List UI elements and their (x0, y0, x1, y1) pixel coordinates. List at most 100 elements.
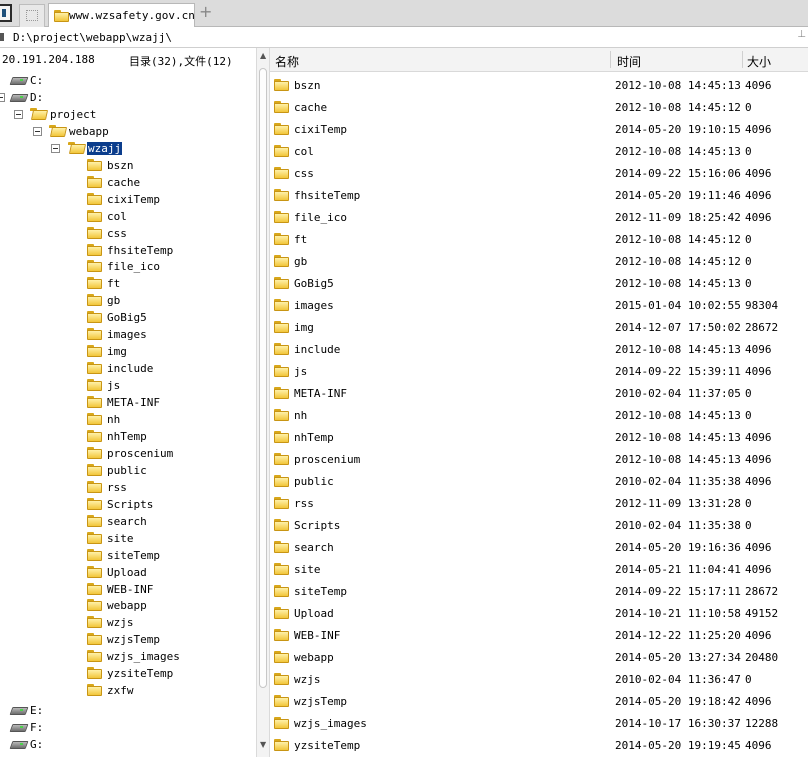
table-row[interactable]: cache 2012-10-08 14:45:12 0 (270, 96, 808, 118)
tree-node-child[interactable]: col (0, 208, 256, 224)
tree-node-child[interactable]: img (0, 343, 256, 359)
tree-drive[interactable]: E: (0, 702, 256, 718)
table-row[interactable]: nhTemp 2012-10-08 14:45:13 4096 (270, 426, 808, 448)
tree-node-webapp[interactable]: webapp (0, 123, 256, 139)
folder-icon (274, 145, 290, 157)
table-row[interactable]: WEB-INF 2014-12-22 11:25:20 4096 (270, 624, 808, 646)
tab-blank[interactable] (19, 4, 45, 27)
column-header-size[interactable]: 大小 (747, 53, 771, 70)
table-row[interactable]: Upload 2014-10-21 11:10:58 49152 (270, 602, 808, 624)
folder-icon (87, 311, 103, 324)
tree-node-child[interactable]: ft (0, 275, 256, 291)
scroll-down-arrow-icon[interactable]: ▼ (260, 740, 266, 749)
tree-node-child[interactable]: cache (0, 174, 256, 190)
tree-node-child[interactable]: bszn (0, 157, 256, 173)
scroll-up-arrow-icon[interactable]: ▲ (260, 51, 266, 60)
tree-node-child[interactable]: wzjs (0, 614, 256, 630)
column-separator[interactable] (742, 51, 743, 68)
tree-node-child[interactable]: rss (0, 479, 256, 495)
folder-icon (87, 192, 103, 205)
table-row[interactable]: Scripts 2010-02-04 11:35:38 0 (270, 514, 808, 536)
table-row[interactable]: yzsiteTemp 2014-05-20 19:19:45 4096 (270, 734, 808, 756)
table-row[interactable]: col 2012-10-08 14:45:13 0 (270, 140, 808, 162)
tree-node-child[interactable]: js (0, 377, 256, 393)
new-tab-button[interactable]: + (199, 4, 212, 20)
column-separator[interactable] (610, 51, 611, 68)
table-row[interactable]: file_ico 2012-11-09 18:25:42 4096 (270, 206, 808, 228)
folder-icon (87, 514, 103, 527)
tree-node-child[interactable]: file_ico (0, 258, 256, 274)
tree-node-child[interactable]: nhTemp (0, 428, 256, 444)
table-row[interactable]: nh 2012-10-08 14:45:13 0 (270, 404, 808, 426)
tree-node-child[interactable]: gb (0, 292, 256, 308)
tree-node-child[interactable]: fhsiteTemp (0, 242, 256, 258)
table-row[interactable]: bszn 2012-10-08 14:45:13 4096 (270, 74, 808, 96)
table-row[interactable]: site 2014-05-21 11:04:41 4096 (270, 558, 808, 580)
address-bar[interactable]: D:\project\webapp\wzajj\ ⊥ (0, 27, 808, 48)
tree-node-child[interactable]: Upload (0, 564, 256, 580)
tree-node-child[interactable]: wzjsTemp (0, 631, 256, 647)
tree-node-child[interactable]: search (0, 513, 256, 529)
table-row[interactable]: images 2015-01-04 10:02:55 98304 (270, 294, 808, 316)
vertical-scrollbar[interactable]: ▲ ▼ (256, 48, 270, 757)
tree-node-child[interactable]: proscenium (0, 445, 256, 461)
scrollbar-thumb[interactable] (259, 68, 267, 688)
table-row[interactable]: fhsiteTemp 2014-05-20 19:11:46 4096 (270, 184, 808, 206)
table-row[interactable]: webapp 2014-05-20 13:27:34 20480 (270, 646, 808, 668)
table-row[interactable]: img 2014-12-07 17:50:02 28672 (270, 316, 808, 338)
table-row[interactable]: public 2010-02-04 11:35:38 4096 (270, 470, 808, 492)
table-row[interactable]: siteTemp 2014-09-22 15:17:11 28672 (270, 580, 808, 602)
tree-node-child[interactable]: yzsiteTemp (0, 665, 256, 681)
app-menu-button[interactable] (0, 4, 12, 22)
tree-drive[interactable]: F: (0, 719, 256, 735)
folder-icon (87, 633, 103, 646)
minus-box-icon[interactable] (14, 109, 23, 119)
table-row[interactable]: GoBig5 2012-10-08 14:45:13 0 (270, 272, 808, 294)
table-row[interactable]: ft 2012-10-08 14:45:12 0 (270, 228, 808, 250)
tree-node-label: Upload (107, 565, 147, 579)
table-row[interactable]: rss 2012-11-09 13:31:28 0 (270, 492, 808, 514)
tree-node-child[interactable]: wzjs_images (0, 648, 256, 664)
scroll-up-icon[interactable]: ⊥ (797, 29, 806, 40)
tree-drive-c[interactable]: C: (0, 72, 256, 88)
tree-node-wzajj[interactable]: wzajj (0, 140, 256, 156)
table-row[interactable]: gb 2012-10-08 14:45:12 0 (270, 250, 808, 272)
tree-node-child[interactable]: WEB-INF (0, 581, 256, 597)
tree-node-child[interactable]: siteTemp (0, 547, 256, 563)
tree-node-child[interactable]: Scripts (0, 496, 256, 512)
table-row[interactable]: META-INF 2010-02-04 11:37:05 0 (270, 382, 808, 404)
tree-node-child[interactable]: META-INF (0, 394, 256, 410)
tree-node-child[interactable]: cixiTemp (0, 191, 256, 207)
minus-box-icon[interactable] (51, 143, 60, 153)
table-row[interactable]: js 2014-09-22 15:39:11 4096 (270, 360, 808, 382)
tree-node-child[interactable]: public (0, 462, 256, 478)
tree-node-project[interactable]: project (0, 106, 256, 122)
tree-node-child[interactable]: site (0, 530, 256, 546)
table-row[interactable]: css 2014-09-22 15:16:06 4096 (270, 162, 808, 184)
tree-node-child[interactable]: include (0, 360, 256, 376)
table-row[interactable]: proscenium 2012-10-08 14:45:13 4096 (270, 448, 808, 470)
tree-node-child[interactable]: css (0, 225, 256, 241)
folder-icon (87, 260, 103, 273)
tree-node-child[interactable]: images (0, 326, 256, 342)
address-path[interactable]: D:\project\webapp\wzajj\ (13, 31, 172, 44)
table-row[interactable]: search 2014-05-20 19:16:36 4096 (270, 536, 808, 558)
tab-active-site[interactable]: www.wzsafety.gov.cn (48, 3, 195, 28)
minus-box-icon[interactable] (33, 126, 42, 136)
tree-node-child[interactable]: nh (0, 411, 256, 427)
column-header-time[interactable]: 时间 (617, 53, 641, 70)
tree-drive-d[interactable]: D: (0, 89, 256, 105)
folder-icon (87, 599, 103, 612)
column-header-name[interactable]: 名称 (275, 53, 299, 70)
file-name: img (294, 321, 314, 334)
table-row[interactable]: cixiTemp 2014-05-20 19:10:15 4096 (270, 118, 808, 140)
table-row[interactable]: include 2012-10-08 14:45:13 4096 (270, 338, 808, 360)
tree-node-child[interactable]: webapp (0, 597, 256, 613)
table-row[interactable]: wzjs 2010-02-04 11:36:47 0 (270, 668, 808, 690)
table-row[interactable]: wzjs_images 2014-10-17 16:30:37 12288 (270, 712, 808, 734)
table-row[interactable]: wzjsTemp 2014-05-20 19:18:42 4096 (270, 690, 808, 712)
tree-node-child[interactable]: zxfw (0, 682, 256, 698)
tree-node-child[interactable]: GoBig5 (0, 309, 256, 325)
tree-drive[interactable]: G: (0, 736, 256, 752)
minus-box-icon[interactable] (0, 92, 5, 102)
